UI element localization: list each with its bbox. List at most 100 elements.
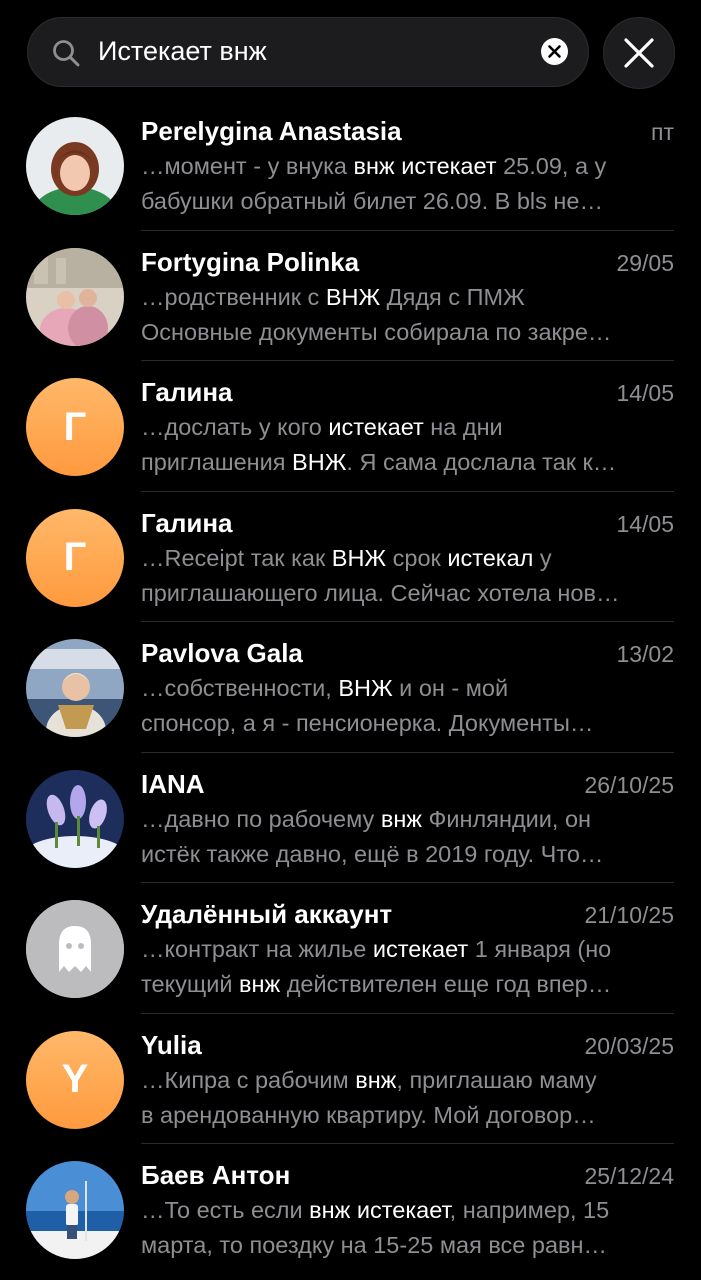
snippet-text: …То есть если — [141, 1197, 310, 1223]
snippet-line: спонсор, а я - пенсионерка. Документы… — [141, 706, 674, 741]
avatar — [26, 900, 124, 998]
snippet-line: истёк также давно, ещё в 2019 году. Что… — [141, 837, 674, 872]
chat-date: пт — [651, 119, 674, 145]
snippet-line: бабушки обратный билет 26.09. В bls не… — [141, 184, 674, 219]
snippet-line: Основные документы собирала по закре… — [141, 315, 674, 350]
message-snippet: …момент - у внука внж истекает 25.09, а … — [141, 149, 674, 219]
snippet-text: в арендованную квартиру. Мой договор… — [141, 1101, 596, 1128]
snippet-text: …Кипра с рабочим — [141, 1066, 356, 1093]
avatar — [26, 1161, 124, 1259]
snippet-text: 1 января (но — [468, 936, 612, 962]
chat-date: 14/05 — [616, 380, 674, 406]
chat-result-row[interactable]: Г Галина 14/05 …Receipt так как ВНЖ срок ис… — [0, 492, 701, 622]
message-snippet: …собственности, ВНЖ и он - мой спонсор, а… — [141, 671, 674, 741]
snippet-line: …дослать у кого истекает на дни — [141, 410, 674, 445]
snippet-text: и он - мой — [392, 675, 509, 701]
avatar — [26, 247, 124, 346]
snippet-text: 25.09, а у — [496, 153, 607, 179]
chat-result-row[interactable]: Y Yulia 20/03/25 …Кипра с рабочим внж, приг… — [0, 1014, 701, 1144]
snippet-line: в арендованную квартиру. Мой договор… — [141, 1098, 674, 1133]
snippet-text: истёк также давно, ещё в 2019 году. Что… — [141, 840, 604, 867]
avatar: Y — [26, 1030, 124, 1129]
snippet-line: …То есть если внж истекает, например, 15 — [141, 1193, 674, 1228]
message-snippet: …Кипра с рабочим внж, приглашаю маму в ар… — [141, 1063, 674, 1133]
search-match-highlight: ВНЖ — [338, 675, 393, 701]
chat-result-row[interactable]: Г Галина 14/05 …дослать у кого истекает на … — [0, 361, 701, 492]
snippet-text: Финляндии, он — [422, 805, 592, 832]
chat-date: 26/10/25 — [584, 771, 674, 798]
chat-result-row[interactable]: Удалённый аккаунт 21/10/25 …контракт на жи… — [0, 883, 701, 1014]
message-snippet: …контракт на жилье истекает 1 января (но… — [141, 932, 674, 1002]
chat-name: Галина — [141, 377, 233, 407]
avatar — [26, 769, 124, 868]
snippet-text: . Я сама дослала так к… — [346, 449, 617, 475]
snippet-text: …Receipt так как — [141, 544, 332, 571]
chat-date: 13/02 — [616, 641, 674, 667]
chat-name: Баев Антон — [141, 1160, 291, 1190]
snippet-line: текущий внж действителен еще год впер… — [141, 967, 674, 1002]
chat-name: Галина — [141, 507, 233, 538]
snippet-text: Основные документы собирала по закре… — [141, 318, 612, 345]
chat-result-row[interactable]: Fortygina Polinka 29/05 …родственник с ВНЖ… — [0, 231, 701, 361]
search-match-highlight: истекал — [447, 544, 534, 571]
snippet-text: …момент - у внука — [141, 153, 354, 179]
snippet-line: марта, то поездку на 15-25 мая все равн… — [141, 1228, 674, 1263]
chat-date: 14/05 — [616, 510, 674, 537]
snippet-line: приглашающего лица. Сейчас хотела нов… — [141, 576, 674, 611]
avatar: Г — [26, 508, 124, 607]
snippet-line: …родственник с ВНЖ Дядя с ПМЖ — [141, 280, 674, 315]
message-snippet: …Receipt так как ВНЖ срок истекал у пригл… — [141, 541, 674, 611]
snippet-text: …контракт на жилье — [141, 936, 373, 962]
snippet-text: Дядя с ПМЖ — [380, 283, 525, 310]
snippet-text: действителен еще год впер… — [280, 971, 612, 997]
avatar — [26, 639, 124, 737]
close-icon — [624, 38, 654, 68]
snippet-text: текущий — [141, 971, 239, 997]
snippet-text: марта, то поездку на 15-25 мая все равн… — [141, 1232, 608, 1258]
snippet-line: …давно по рабочему внж Финляндии, он — [141, 802, 674, 837]
search-results-list: Perelygina Anastasia пт …момент - у внука … — [0, 100, 701, 1275]
snippet-line: …Кипра с рабочим внж, приглашаю маму — [141, 1063, 674, 1098]
chat-date: 21/10/25 — [584, 902, 674, 928]
chat-name: Perelygina Anastasia — [141, 116, 402, 146]
message-snippet: …давно по рабочему внж Финляндии, он истё… — [141, 802, 674, 872]
chat-result-row[interactable]: IANA 26/10/25 …давно по рабочему внж Финля… — [0, 753, 701, 883]
snippet-text: …собственности, — [141, 675, 339, 701]
snippet-text: на дни — [423, 414, 503, 440]
search-match-highlight: ВНЖ — [331, 544, 387, 571]
avatar: Г — [26, 378, 124, 476]
search-match-highlight: истекает — [356, 1197, 450, 1223]
chat-name: Fortygina Polinka — [141, 246, 360, 277]
snippet-text: приглашающего лица. Сейчас хотела нов… — [141, 579, 620, 606]
chat-date: 29/05 — [616, 249, 674, 276]
search-match-highlight: внж — [238, 971, 281, 997]
ghost-icon — [26, 900, 124, 998]
snippet-line: …контракт на жилье истекает 1 января (но — [141, 932, 674, 967]
message-snippet: …То есть если внж истекает, например, 15… — [141, 1193, 674, 1263]
search-match-highlight: внж — [309, 1197, 351, 1223]
avatar — [26, 117, 124, 215]
snippet-text: , например, 15 — [449, 1197, 610, 1223]
chat-result-row[interactable]: Perelygina Anastasia пт …момент - у внука … — [0, 100, 701, 231]
message-snippet: …родственник с ВНЖ Дядя с ПМЖ Основные до… — [141, 280, 674, 350]
message-snippet: …дослать у кого истекает на дни приглашен… — [141, 410, 674, 480]
snippet-text: …родственник с — [141, 283, 326, 310]
chat-name: IANA — [141, 768, 205, 799]
chat-result-row[interactable]: Баев Антон 25/12/24 …То есть если внж исте… — [0, 1144, 701, 1275]
snippet-text: спонсор, а я - пенсионерка. Документы… — [141, 710, 594, 736]
search-match-highlight: ВНЖ — [292, 449, 347, 475]
chat-name: Pavlova Gala — [141, 638, 303, 668]
chat-date: 20/03/25 — [584, 1032, 674, 1059]
snippet-line: …момент - у внука внж истекает 25.09, а … — [141, 149, 674, 184]
search-match-highlight: ВНЖ — [325, 283, 381, 310]
search-input[interactable]: Истекает внж — [98, 18, 267, 85]
clear-search-icon[interactable] — [541, 38, 568, 65]
snippet-line: …Receipt так как ВНЖ срок истекал у — [141, 541, 674, 576]
chat-result-row[interactable]: Pavlova Gala 13/02 …собственности, ВНЖ и о… — [0, 622, 701, 753]
snippet-text: …дослать у кого — [141, 414, 329, 440]
chat-name: Удалённый аккаунт — [141, 899, 393, 929]
search-match-highlight: истекает — [401, 153, 497, 179]
close-search-button[interactable] — [603, 17, 675, 89]
search-match-highlight: истекает — [372, 936, 469, 962]
search-field[interactable]: Истекает внж — [27, 17, 589, 87]
